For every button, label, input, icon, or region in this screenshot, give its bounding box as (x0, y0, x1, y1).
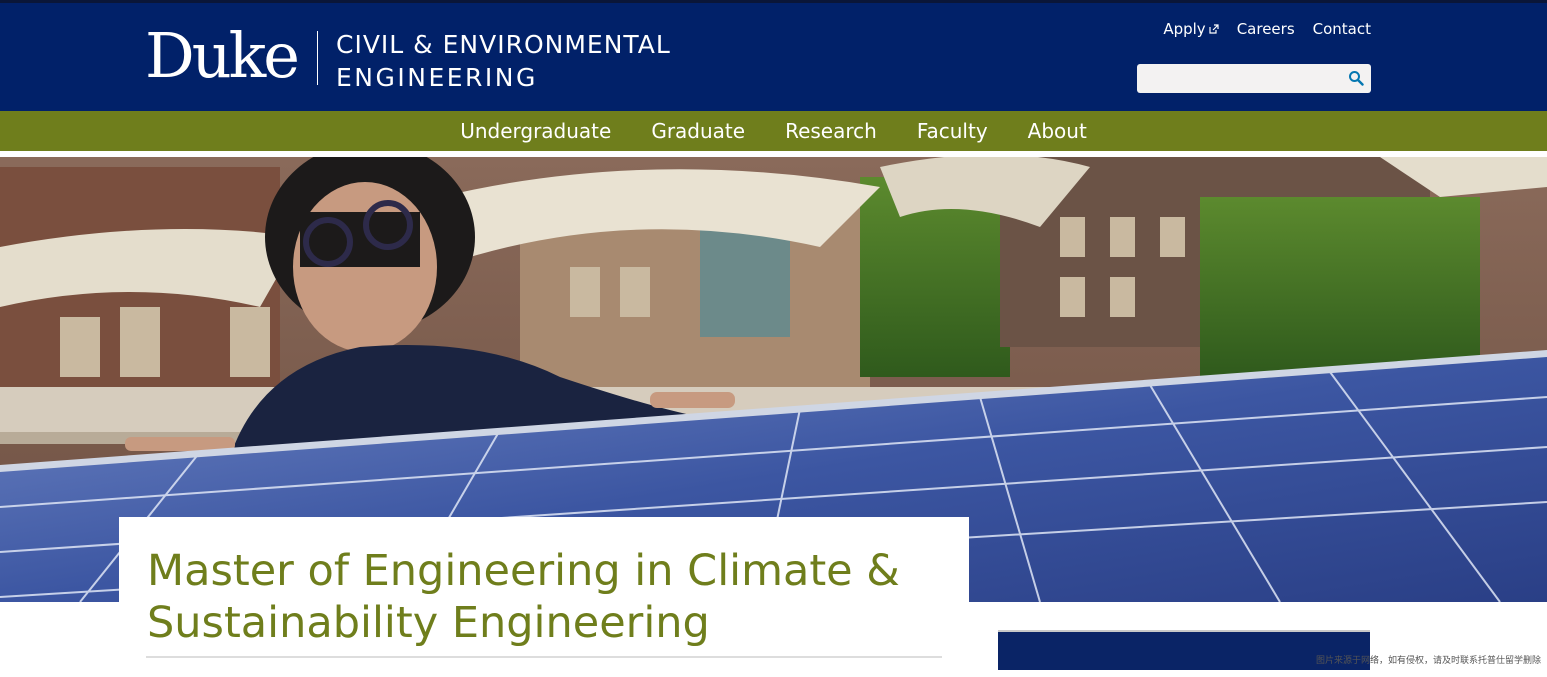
watermark-text: 图片来源于网络，如有侵权，请及时联系托普仕留学删除 (1315, 656, 1541, 666)
title-divider (146, 656, 942, 658)
department-line-1: CIVIL & ENVIRONMENTAL (336, 30, 671, 59)
page-title: Master of Engineering in Climate & Susta… (147, 546, 900, 648)
duke-wordmark: Duke (145, 19, 300, 92)
logo-divider (317, 31, 318, 85)
search-input[interactable] (1145, 67, 1339, 91)
department-name: CIVIL & ENVIRONMENTAL ENGINEERING (336, 28, 676, 94)
external-link-icon (1209, 24, 1219, 34)
department-line-2: ENGINEERING (336, 63, 538, 92)
nav-undergraduate[interactable]: Undergraduate (440, 111, 631, 151)
main-navigation: Undergraduate Graduate Research Faculty … (0, 111, 1547, 151)
nav-research[interactable]: Research (765, 111, 897, 151)
nav-about[interactable]: About (1008, 111, 1107, 151)
nav-graduate[interactable]: Graduate (631, 111, 765, 151)
search-icon[interactable] (1348, 70, 1364, 86)
nav-faculty[interactable]: Faculty (897, 111, 1008, 151)
site-header: Duke CIVIL & ENVIRONMENTAL ENGINEERING A… (0, 0, 1547, 111)
careers-link[interactable]: Careers (1237, 20, 1295, 38)
apply-link-label: Apply (1163, 20, 1206, 38)
sidebar-promo-banner[interactable] (998, 630, 1370, 670)
search-box (1137, 64, 1371, 93)
contact-link[interactable]: Contact (1313, 20, 1371, 38)
page-title-box: Master of Engineering in Climate & Susta… (119, 517, 969, 677)
utility-links: Apply Careers Contact (1163, 20, 1371, 38)
apply-link[interactable]: Apply (1163, 20, 1219, 38)
